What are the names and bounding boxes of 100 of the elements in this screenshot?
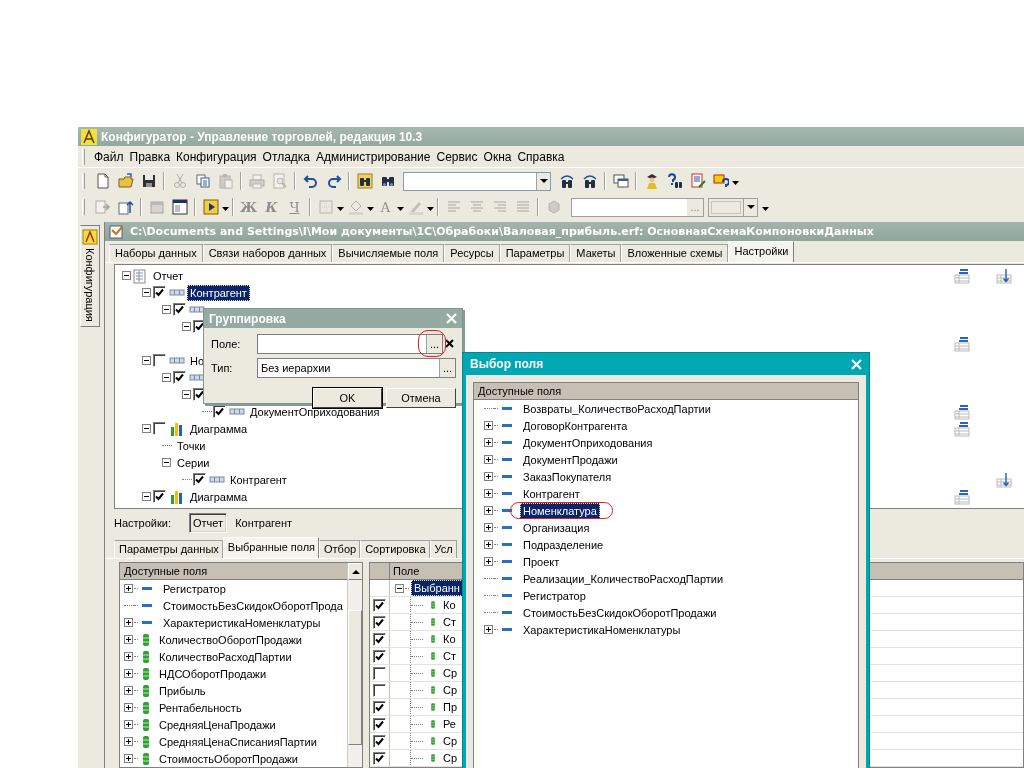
folder-icon[interactable] — [117, 173, 134, 189]
dropdown-button[interactable] — [536, 172, 550, 190]
dropdown-button[interactable] — [743, 198, 757, 216]
table-icon[interactable] — [953, 488, 971, 505]
checkbox[interactable] — [373, 666, 386, 680]
checkbox[interactable] — [373, 751, 386, 765]
collapse-icon[interactable] — [142, 492, 151, 501]
combo-field[interactable] — [403, 171, 551, 191]
collapse-icon[interactable] — [162, 458, 171, 467]
tab[interactable]: Ресурсы — [444, 244, 500, 262]
expand-icon[interactable] — [484, 523, 493, 532]
table-arrow-icon[interactable] — [995, 267, 1013, 284]
windows-icon[interactable] — [612, 173, 629, 189]
list-item[interactable]: СтоимостьБезСкидокОборотПродажи — [520, 604, 720, 621]
menu-item[interactable]: Правка — [126, 147, 174, 166]
expand-icon[interactable] — [484, 557, 493, 566]
tab[interactable]: Настройки — [728, 241, 795, 262]
collapse-icon[interactable] — [142, 356, 151, 365]
tree-item[interactable]: Диаграмма — [187, 420, 251, 437]
list-item[interactable]: СтоимостьОборотПродажи — [156, 750, 301, 767]
expand-icon[interactable] — [124, 635, 133, 644]
menu-item[interactable]: Файл — [91, 147, 127, 166]
collapse-icon[interactable] — [122, 271, 131, 280]
collapse-icon[interactable] — [182, 322, 191, 331]
collapse-icon[interactable] — [395, 583, 404, 593]
drag-handle[interactable] — [82, 173, 85, 189]
ellipsis-button[interactable]: ... — [426, 334, 443, 353]
side-tab[interactable]: Конфигурация — [80, 225, 100, 327]
tab[interactable]: Отбор — [319, 540, 361, 558]
drag-handle[interactable] — [82, 199, 85, 215]
binoculars-arrow-icon[interactable] — [581, 173, 598, 189]
menu-item[interactable]: Отладка — [259, 147, 314, 166]
table-icon[interactable] — [953, 267, 971, 284]
expand-icon[interactable] — [124, 754, 133, 763]
checkbox[interactable] — [373, 717, 386, 731]
menu-item[interactable]: Справка — [514, 147, 568, 166]
settings-button[interactable]: Отчет — [189, 513, 228, 533]
menu-item[interactable]: Окна — [480, 147, 515, 166]
tab[interactable]: Наборы данных — [109, 244, 203, 262]
tab[interactable]: Усл — [429, 540, 457, 558]
table-icon[interactable] — [953, 403, 971, 420]
input-field[interactable]: ... — [257, 333, 444, 354]
clear-icon[interactable] — [444, 338, 456, 349]
grid-item[interactable]: Пр — [440, 699, 461, 715]
grid-item[interactable]: Ст — [440, 648, 459, 664]
tab[interactable]: Вложенные схемы — [621, 244, 729, 262]
list-item[interactable]: Регистратор — [520, 587, 589, 604]
tab[interactable]: Макеты — [570, 244, 622, 262]
grid-item[interactable]: Ср — [440, 665, 461, 681]
table-icon[interactable] — [953, 335, 971, 352]
expand-icon[interactable] — [124, 686, 133, 695]
grid-item[interactable]: Ст — [440, 614, 459, 630]
tree-item[interactable]: Точки — [174, 437, 209, 454]
tab[interactable]: Сортировка — [360, 540, 430, 558]
expand-icon[interactable] — [124, 584, 133, 593]
table-icon[interactable] — [953, 420, 971, 437]
grid-item[interactable]: Ко — [440, 597, 459, 613]
expand-icon[interactable] — [124, 737, 133, 746]
ok-button[interactable]: OK — [313, 388, 382, 408]
expand-icon[interactable] — [124, 703, 133, 712]
list-item[interactable]: Реализации_КоличествоРасходПартии — [520, 570, 727, 587]
grid-item[interactable]: Выбранн — [411, 580, 463, 596]
tree-item[interactable]: Диаграмма — [187, 488, 251, 505]
collapse-icon[interactable] — [142, 424, 151, 433]
tree-item[interactable]: Контрагент — [187, 284, 250, 301]
expand-icon[interactable] — [484, 472, 493, 481]
table-arrow-icon[interactable] — [995, 471, 1013, 488]
expand-icon[interactable] — [124, 720, 133, 729]
list-item[interactable]: ХарактеристикаНоменклатуры — [520, 621, 684, 638]
list-item[interactable]: СредняяЦенаСписанияПартии — [156, 733, 320, 750]
help-binoculars-icon[interactable] — [666, 173, 683, 189]
document-pen-icon[interactable] — [689, 173, 706, 189]
close-icon[interactable] — [851, 358, 862, 370]
list-item[interactable]: КоличествоОборотПродажи — [156, 631, 306, 648]
tree-item[interactable]: Контрагент — [227, 471, 290, 488]
expand-icon[interactable] — [484, 506, 493, 515]
grid-item[interactable]: Ре — [440, 716, 459, 732]
scroll-thumb[interactable] — [348, 610, 362, 745]
folder-binoculars-icon[interactable] — [356, 173, 373, 189]
binoculars-arrow-icon[interactable] — [558, 173, 575, 189]
list-item[interactable]: СтоимостьБезСкидокОборотПрода — [160, 597, 346, 614]
input-field[interactable]: Без иерархии ... — [257, 357, 456, 378]
checkbox[interactable] — [153, 286, 166, 299]
list-item[interactable]: ДокументПродажи — [520, 451, 621, 468]
expand-icon[interactable] — [124, 618, 133, 627]
list-item[interactable]: КоличествоРасходПартии — [156, 648, 295, 665]
collapse-icon[interactable] — [182, 390, 191, 399]
checkbox[interactable] — [193, 473, 206, 486]
checkbox[interactable] — [373, 683, 386, 697]
list-item[interactable]: Прибыль — [156, 682, 209, 699]
expand-icon[interactable] — [484, 455, 493, 464]
collapse-icon[interactable] — [162, 373, 171, 382]
expand-icon[interactable] — [124, 652, 133, 661]
checkbox[interactable] — [373, 615, 386, 629]
redo-icon[interactable] — [325, 173, 342, 189]
copy-icon[interactable] — [194, 173, 211, 189]
checkbox[interactable] — [373, 632, 386, 646]
expand-icon[interactable] — [484, 489, 493, 498]
expand-icon[interactable] — [124, 669, 133, 678]
list-item[interactable]: Контрагент — [520, 485, 583, 502]
